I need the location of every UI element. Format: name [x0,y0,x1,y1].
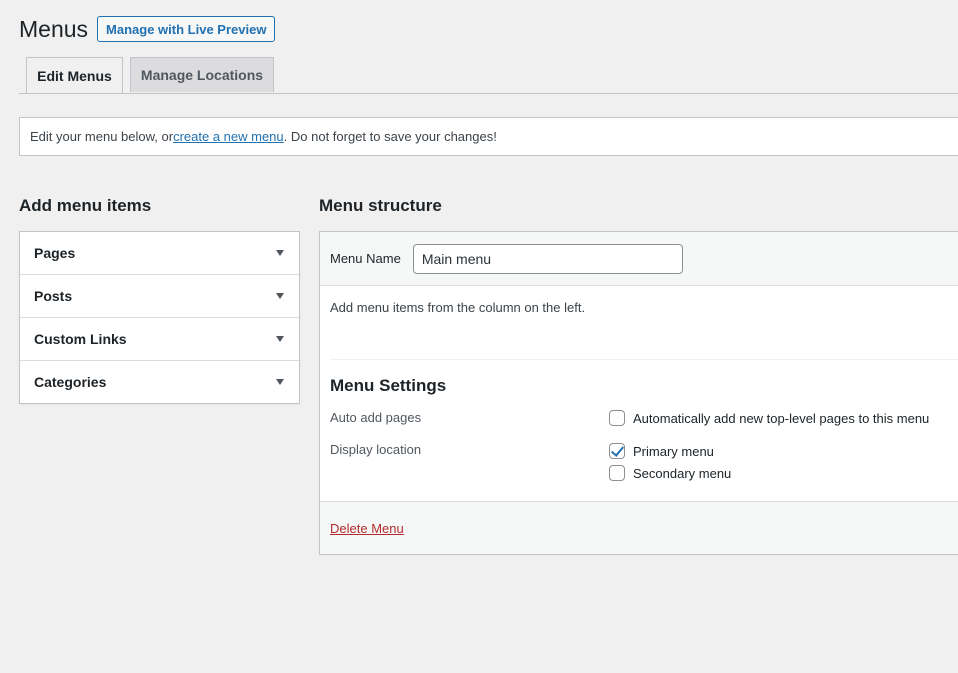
accordion-item-label: Posts [34,288,73,304]
page-title: Menus [19,16,89,42]
live-preview-button[interactable]: Manage with Live Preview [97,16,276,42]
nav-tabs: Edit Menus Manage Locations [19,57,958,94]
add-menu-items-heading: Add menu items [19,196,152,215]
accordion-item-pages[interactable]: Pages [20,232,299,275]
menu-footer: Delete Menu [320,501,958,554]
accordion-item-label: Pages [34,245,76,261]
auto-add-option-label: Automatically add new top-level pages to… [633,410,930,426]
auto-add-pages-label: Auto add pages [330,410,422,425]
menu-structure-heading: Menu structure [319,196,442,215]
tab-manage-locations[interactable]: Manage Locations [130,57,274,92]
accordion-item-label: Custom Links [34,331,127,347]
display-location-label: Display location [330,442,422,457]
accordion-item-label: Categories [34,374,107,390]
notice-suffix: . Do not forget to save your changes! [283,129,497,144]
location-secondary-option[interactable]: Secondary menu [609,465,731,481]
primary-menu-checkbox[interactable] [609,443,625,459]
add-items-accordion: Pages Posts Custom Links Categories [19,231,300,404]
section-divider [330,359,958,360]
primary-menu-label: Primary menu [633,443,714,459]
accordion-item-custom-links[interactable]: Custom Links [20,318,299,361]
secondary-menu-label: Secondary menu [633,465,732,481]
menu-name-label: Menu Name [330,251,401,266]
menu-structure-panel: Menu Name Add menu items from the column… [319,231,958,555]
auto-add-option[interactable]: Automatically add new top-level pages to… [609,410,929,426]
menu-name-row: Menu Name [320,232,958,286]
chevron-down-icon [276,293,284,299]
menus-page: Menus Manage with Live Preview Edit Menu… [0,0,958,673]
accordion-item-categories[interactable]: Categories [20,361,299,403]
notice-prefix: Edit your menu below, or [30,129,174,144]
menu-name-input[interactable] [412,243,683,274]
location-primary-option[interactable]: Primary menu [609,443,714,459]
chevron-down-icon [276,336,284,342]
auto-add-checkbox[interactable] [609,410,625,426]
chevron-down-icon [276,379,284,385]
menu-instructions: Add menu items from the column on the le… [330,300,586,315]
delete-menu-link[interactable]: Delete Menu [330,521,404,536]
chevron-down-icon [276,250,284,256]
create-new-menu-link[interactable]: create a new menu [173,129,284,144]
tab-edit-menus[interactable]: Edit Menus [26,57,123,93]
menu-settings-title: Menu Settings [330,376,447,395]
page-header: Menus Manage with Live Preview [19,15,276,43]
accordion-item-posts[interactable]: Posts [20,275,299,318]
menu-body: Add menu items from the column on the le… [320,286,958,502]
notice-bar: Edit your menu below, or create a new me… [19,117,958,156]
secondary-menu-checkbox[interactable] [609,465,625,481]
